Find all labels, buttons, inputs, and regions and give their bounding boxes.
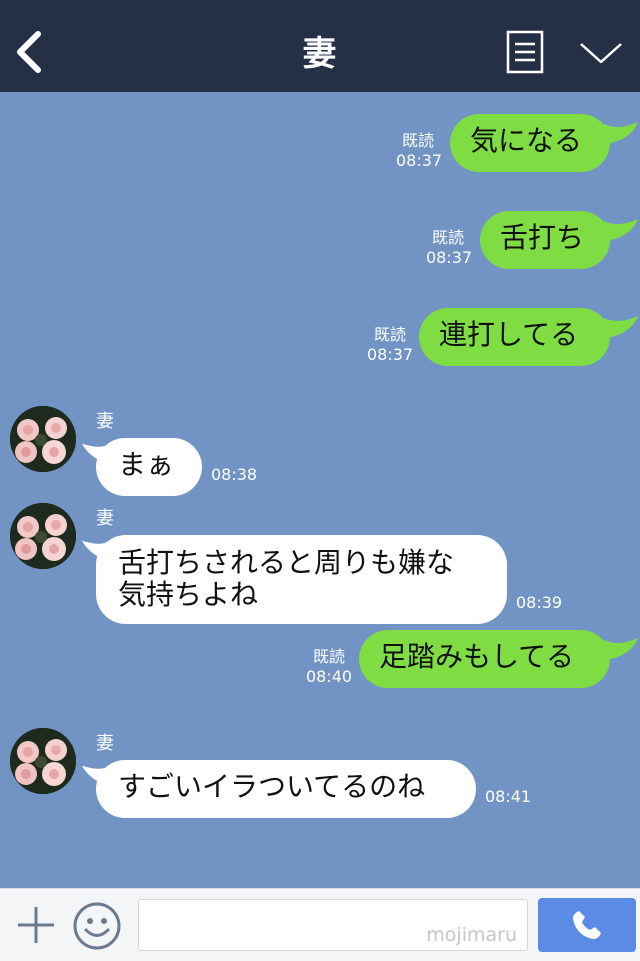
- sender-name: 妻: [96, 411, 114, 432]
- avatar[interactable]: [10, 503, 76, 569]
- message-bubble[interactable]: 気になる: [450, 114, 610, 172]
- message-time: 08:39: [516, 593, 563, 612]
- message-input[interactable]: mojimaru: [138, 899, 528, 951]
- read-status: 既読: [401, 131, 434, 150]
- message-time: 08:41: [485, 787, 532, 806]
- input-bar: mojimaru: [0, 888, 640, 961]
- rose-avatar-image: [10, 406, 76, 472]
- chat-title: 妻: [302, 34, 338, 74]
- message-time: 08:37: [366, 345, 414, 364]
- avatar[interactable]: [10, 406, 76, 472]
- read-status: 既読: [312, 647, 345, 666]
- bubble-tail: [604, 638, 638, 660]
- bubble-tail: [604, 122, 638, 144]
- message-bubble[interactable]: 足踏みもしてる: [359, 630, 610, 688]
- notes-icon[interactable]: [506, 30, 544, 74]
- plus-icon[interactable]: [14, 903, 58, 947]
- chat-header: 妻: [0, 0, 640, 92]
- read-status: 既読: [431, 228, 464, 247]
- rose-avatar-image: [10, 503, 76, 569]
- bubble-tail: [604, 316, 638, 338]
- message-line: 気持ちよね: [118, 578, 259, 611]
- phone-icon: [573, 911, 601, 939]
- message-time: 08:40: [305, 667, 353, 686]
- message-bubble[interactable]: 連打してる: [419, 308, 610, 366]
- bubble-tail: [604, 219, 638, 241]
- read-receipt: 既読 08:37: [426, 228, 473, 268]
- smiley-icon[interactable]: [72, 901, 122, 951]
- watermark-text: mojimaru: [426, 924, 517, 946]
- message-time: 08:37: [396, 151, 443, 170]
- message-time: 08:37: [426, 248, 473, 267]
- message-line: 舌打ちされると周りも嫌な: [118, 546, 455, 579]
- chevron-down-icon[interactable]: [578, 36, 624, 68]
- read-receipt: 既読 08:37: [365, 325, 415, 365]
- message-bubble[interactable]: すごいイラついてるのね: [96, 760, 476, 818]
- sender-name: 妻: [96, 508, 114, 529]
- read-receipt: 既読 08:40: [304, 647, 354, 687]
- message-bubble[interactable]: 舌打ちされると周りも嫌な 気持ちよね: [96, 535, 507, 624]
- message-bubble[interactable]: まぁ: [96, 438, 202, 496]
- read-status: 既読: [373, 325, 406, 344]
- call-button[interactable]: [538, 898, 636, 952]
- read-receipt: 既読 08:37: [396, 131, 443, 171]
- message-bubble[interactable]: 舌打ち: [480, 211, 610, 269]
- rose-avatar-image: [10, 728, 76, 794]
- message-time: 08:38: [211, 465, 258, 484]
- sender-name: 妻: [96, 733, 114, 754]
- avatar[interactable]: [10, 728, 76, 794]
